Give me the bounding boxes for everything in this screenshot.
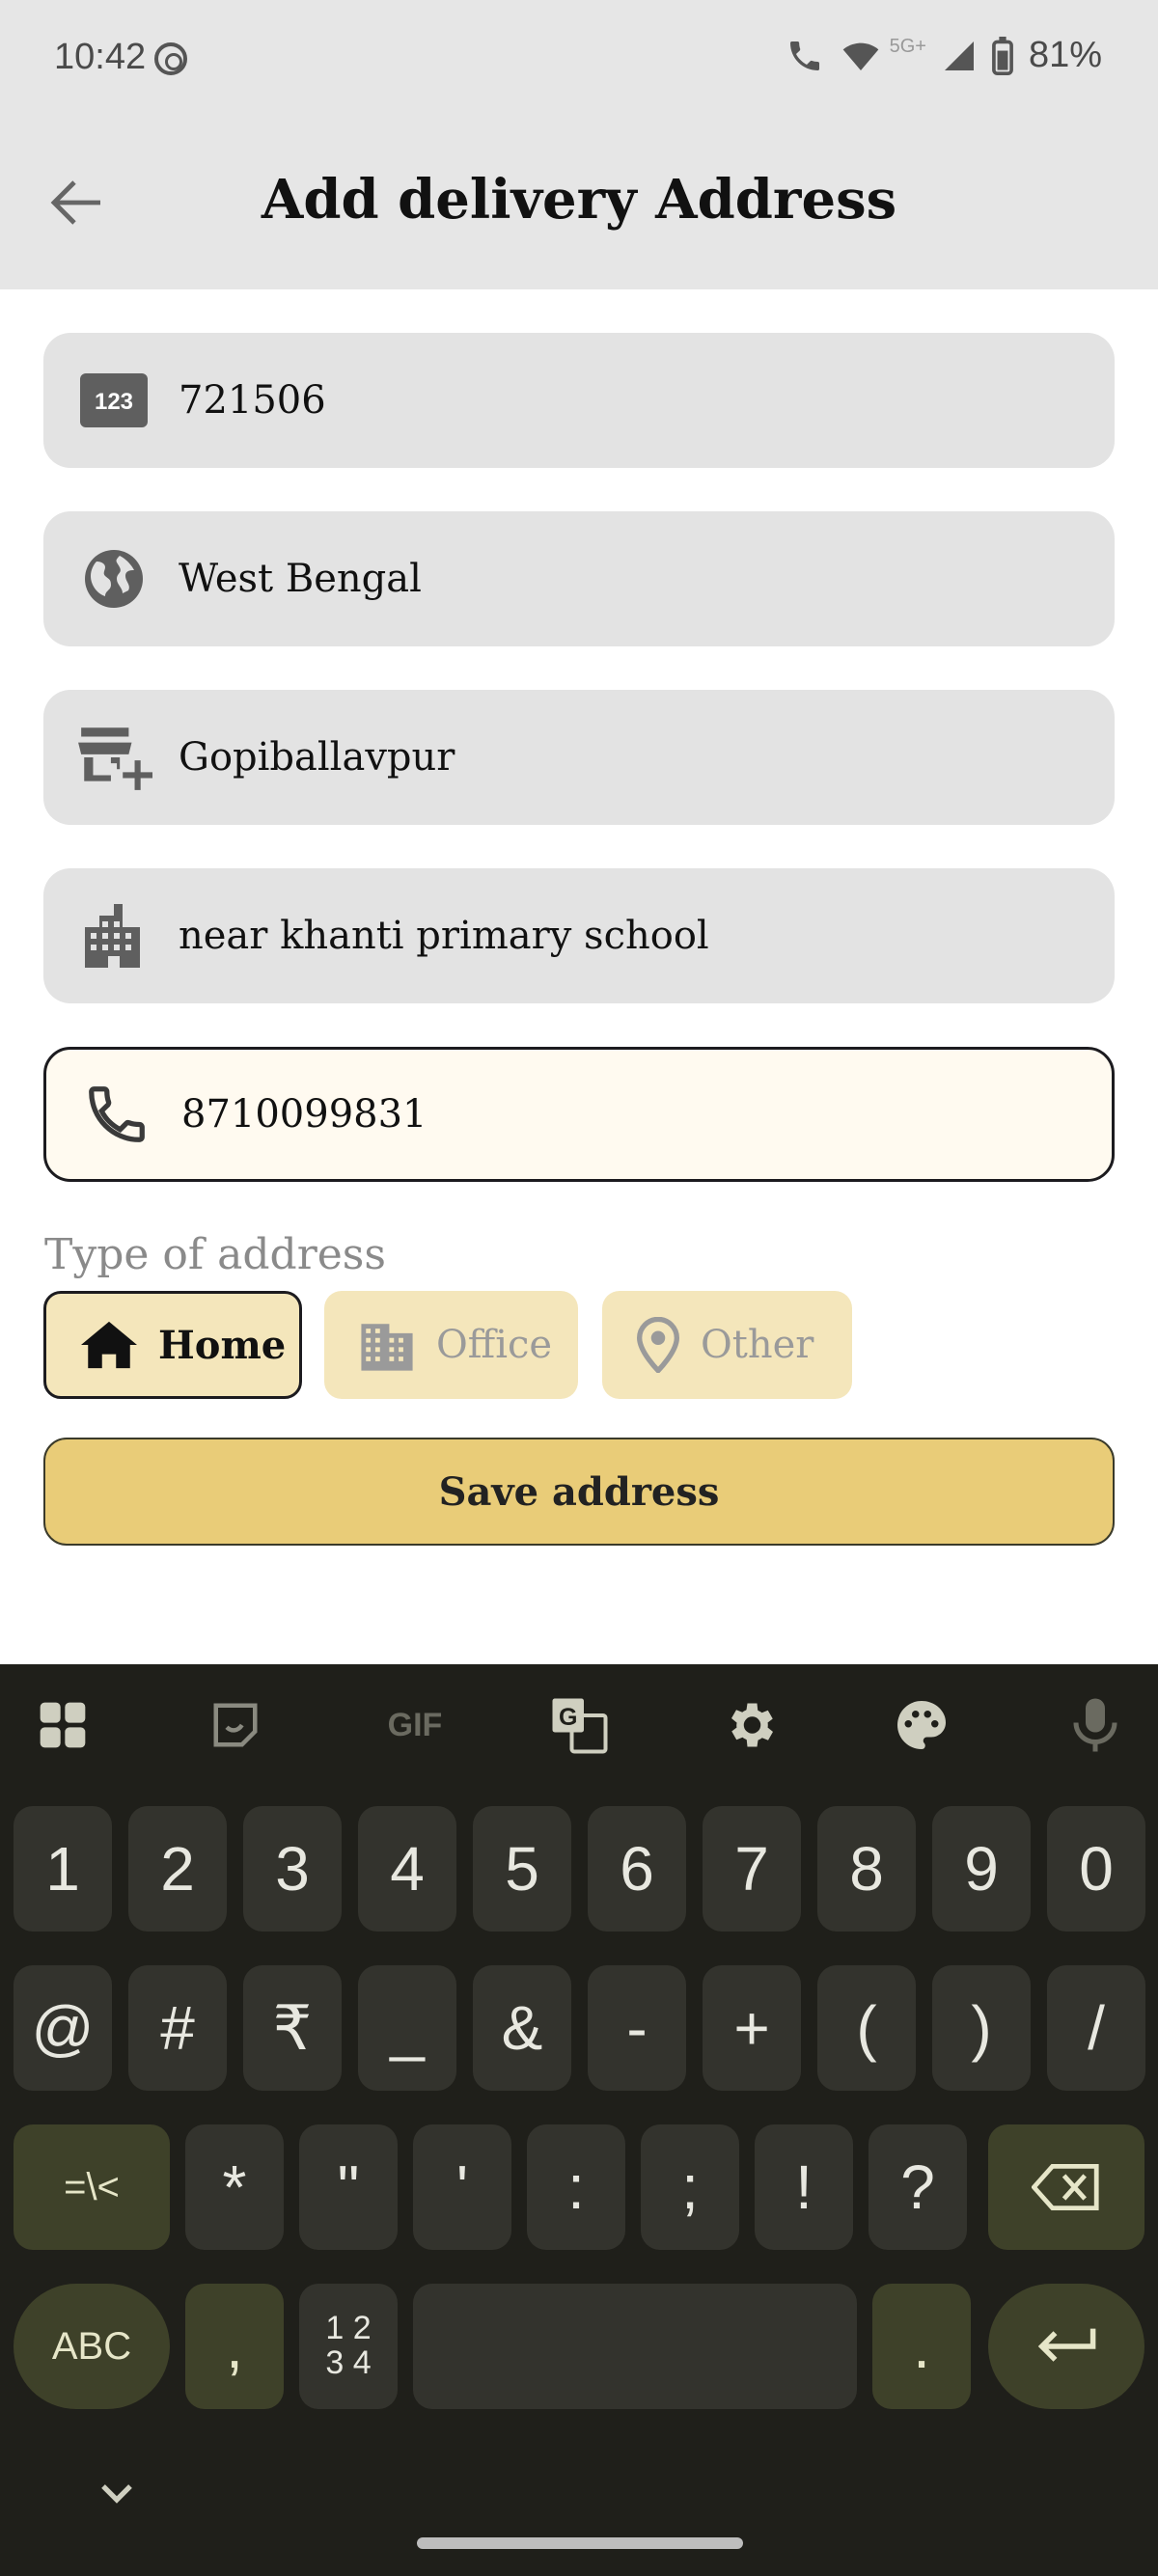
key-semicolon[interactable]: ; [641, 2124, 739, 2250]
phone-icon [73, 1081, 160, 1148]
svg-text:123: 123 [95, 389, 133, 415]
key-plus[interactable]: + [703, 1965, 801, 2091]
chip-office-label: Office [436, 1323, 553, 1367]
key-slash[interactable]: / [1047, 1965, 1145, 2091]
landmark-field[interactable]: near khanti primary school [43, 868, 1115, 1003]
key-1[interactable]: 1 [14, 1806, 112, 1932]
key-symbols-more[interactable]: =\< [14, 2124, 170, 2250]
gif-button[interactable]: GIF [372, 1691, 458, 1759]
key-3[interactable]: 3 [243, 1806, 342, 1932]
apartment-icon [70, 903, 157, 969]
save-address-button[interactable]: Save address [43, 1438, 1115, 1546]
globe-icon [70, 544, 157, 614]
key-8[interactable]: 8 [817, 1806, 916, 1932]
keyboard-toolbar: GIF G [0, 1664, 1158, 1785]
city-value: Gopiballavpur [179, 735, 455, 780]
key-single-quote[interactable]: ' [413, 2124, 511, 2250]
landmark-value: near khanti primary school [179, 914, 709, 958]
key-colon[interactable]: : [527, 2124, 625, 2250]
key-5[interactable]: 5 [473, 1806, 571, 1932]
key-period[interactable]: . [872, 2284, 971, 2409]
key-4[interactable]: 4 [358, 1806, 456, 1932]
app-bar: Add delivery Address [0, 116, 1158, 289]
home-indicator[interactable] [417, 2537, 743, 2549]
network-type: 5G+ [889, 36, 926, 57]
chip-home[interactable]: Home [43, 1291, 302, 1399]
key-open-paren[interactable]: ( [817, 1965, 916, 2091]
hide-keyboard-button[interactable] [96, 2480, 137, 2510]
location-pin-icon [637, 1317, 679, 1373]
backspace-icon [1032, 2164, 1099, 2210]
wifi-calling-icon [789, 41, 819, 70]
status-bar: 10:42 5G+ 81% [0, 0, 1158, 116]
status-icons: 5G+ 81% [786, 35, 1102, 76]
key-7[interactable]: 7 [703, 1806, 801, 1932]
pincode-field[interactable]: 123 721506 [43, 333, 1115, 468]
key-6[interactable]: 6 [588, 1806, 686, 1932]
phone-value: 8710099831 [181, 1092, 427, 1137]
home-icon [81, 1319, 137, 1371]
wifi-icon [842, 42, 878, 70]
chevron-down-icon [101, 2484, 132, 2504]
key-comma[interactable]: , [185, 2284, 284, 2409]
state-value: West Bengal [179, 557, 422, 601]
key-double-quote[interactable]: " [299, 2124, 398, 2250]
key-abc[interactable]: ABC [14, 2284, 170, 2409]
settings-gear-icon[interactable] [716, 1691, 784, 1759]
chip-office[interactable]: Office [324, 1291, 578, 1399]
key-at[interactable]: @ [14, 1965, 112, 2091]
key-rupee[interactable]: ₹ [243, 1965, 342, 2091]
backspace-key[interactable] [988, 2124, 1144, 2250]
phone-field[interactable]: 8710099831 [43, 1047, 1115, 1182]
add-business-icon [70, 721, 157, 794]
chip-other[interactable]: Other [602, 1291, 852, 1399]
key-exclamation[interactable]: ! [755, 2124, 853, 2250]
microphone-icon[interactable] [1062, 1691, 1129, 1759]
pincode-value: 721506 [179, 378, 326, 423]
office-building-icon [359, 1319, 415, 1371]
page-title: Add delivery Address [261, 168, 897, 232]
chip-other-label: Other [701, 1323, 814, 1367]
space-key[interactable] [413, 2284, 857, 2409]
key-2[interactable]: 2 [128, 1806, 227, 1932]
battery-icon [992, 36, 1013, 75]
apps-grid-icon[interactable] [29, 1691, 96, 1759]
key-question[interactable]: ? [868, 2124, 967, 2250]
battery-percent: 81% [1028, 35, 1102, 75]
key-0[interactable]: 0 [1047, 1806, 1145, 1932]
key-underscore[interactable]: _ [358, 1965, 456, 2091]
svg-text:G: G [559, 1704, 577, 1731]
enter-icon [1037, 2328, 1096, 2362]
sticker-icon[interactable] [202, 1691, 269, 1759]
type-of-address-label: Type of address [44, 1230, 386, 1279]
key-ampersand[interactable]: & [473, 1965, 571, 2091]
key-minus[interactable]: - [588, 1965, 686, 2091]
enter-key[interactable] [988, 2284, 1144, 2409]
key-close-paren[interactable]: ) [932, 1965, 1031, 2091]
palette-icon[interactable] [888, 1691, 955, 1759]
chip-home-label: Home [158, 1322, 287, 1368]
keyboard: GIF G 1 2 3 4 5 6 7 8 9 0 @ # ₹ _ & - + … [0, 1664, 1158, 2576]
state-field[interactable]: West Bengal [43, 511, 1115, 646]
city-field[interactable]: Gopiballavpur [43, 690, 1115, 825]
number-123-icon: 123 [70, 373, 157, 427]
key-9[interactable]: 9 [932, 1806, 1031, 1932]
key-hash[interactable]: # [128, 1965, 227, 2091]
signal-icon [944, 41, 974, 70]
key-numpad[interactable]: 1 2 3 4 [299, 2284, 398, 2409]
translate-icon[interactable]: G [545, 1691, 613, 1759]
key-asterisk[interactable]: * [185, 2124, 284, 2250]
focus-mode-icon [154, 42, 187, 75]
status-time: 10:42 [54, 37, 147, 77]
